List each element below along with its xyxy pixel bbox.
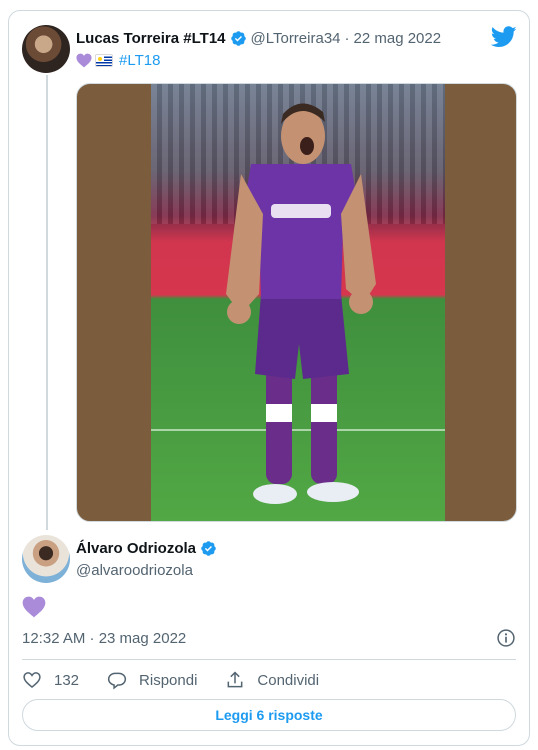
quoted-tweet-header: Lucas Torreira #LT14 @LTorreira34 · 22 m… bbox=[76, 30, 441, 47]
tweet-timestamp[interactable]: 12:32 AM · 23 mag 2022 bbox=[22, 630, 186, 647]
uruguay-flag-icon bbox=[95, 54, 113, 67]
info-icon[interactable] bbox=[496, 628, 516, 648]
avatar-lucas-torreira[interactable] bbox=[22, 25, 70, 73]
quoted-date[interactable]: 22 mag 2022 bbox=[354, 30, 442, 47]
quoted-author-name[interactable]: Lucas Torreira #LT14 bbox=[76, 30, 226, 47]
like-icon bbox=[23, 672, 41, 689]
tweet-actions: 132 Rispondi Condividi bbox=[22, 668, 347, 692]
twitter-logo-icon[interactable] bbox=[491, 26, 517, 48]
reply-label: Rispondi bbox=[139, 671, 198, 689]
thread-connector-line bbox=[46, 75, 48, 530]
hashtag-link[interactable]: #LT18 bbox=[119, 52, 160, 69]
player-figure bbox=[226, 103, 376, 504]
author-handle[interactable]: @alvaroodriozola bbox=[76, 562, 193, 579]
quoted-tweet-media[interactable] bbox=[76, 83, 517, 522]
author-name[interactable]: Álvaro Odriozola bbox=[76, 540, 196, 557]
avatar-alvaro-odriozola[interactable] bbox=[22, 535, 70, 583]
quoted-author-handle[interactable]: @LTorreira34 bbox=[251, 30, 341, 47]
quoted-tweet-text: #LT18 bbox=[76, 52, 160, 69]
separator-dot: · bbox=[344, 30, 350, 47]
share-label: Condividi bbox=[257, 671, 320, 689]
share-icon bbox=[227, 671, 243, 688]
tweet-author-row: Álvaro Odriozola bbox=[76, 540, 221, 557]
purple-heart-emoji-icon bbox=[22, 596, 46, 618]
read-replies-button[interactable]: Leggi 6 risposte bbox=[22, 699, 516, 731]
divider bbox=[22, 659, 516, 660]
purple-heart-emoji-icon bbox=[76, 53, 92, 68]
like-button[interactable]: 132 bbox=[22, 670, 79, 690]
verified-badge-icon bbox=[230, 31, 246, 46]
share-button[interactable]: Condividi bbox=[225, 670, 319, 690]
like-count: 132 bbox=[54, 671, 80, 689]
reply-button[interactable]: Rispondi bbox=[107, 670, 197, 690]
player-photo bbox=[151, 84, 445, 521]
verified-badge-icon bbox=[201, 541, 216, 556]
reply-icon bbox=[107, 672, 127, 690]
